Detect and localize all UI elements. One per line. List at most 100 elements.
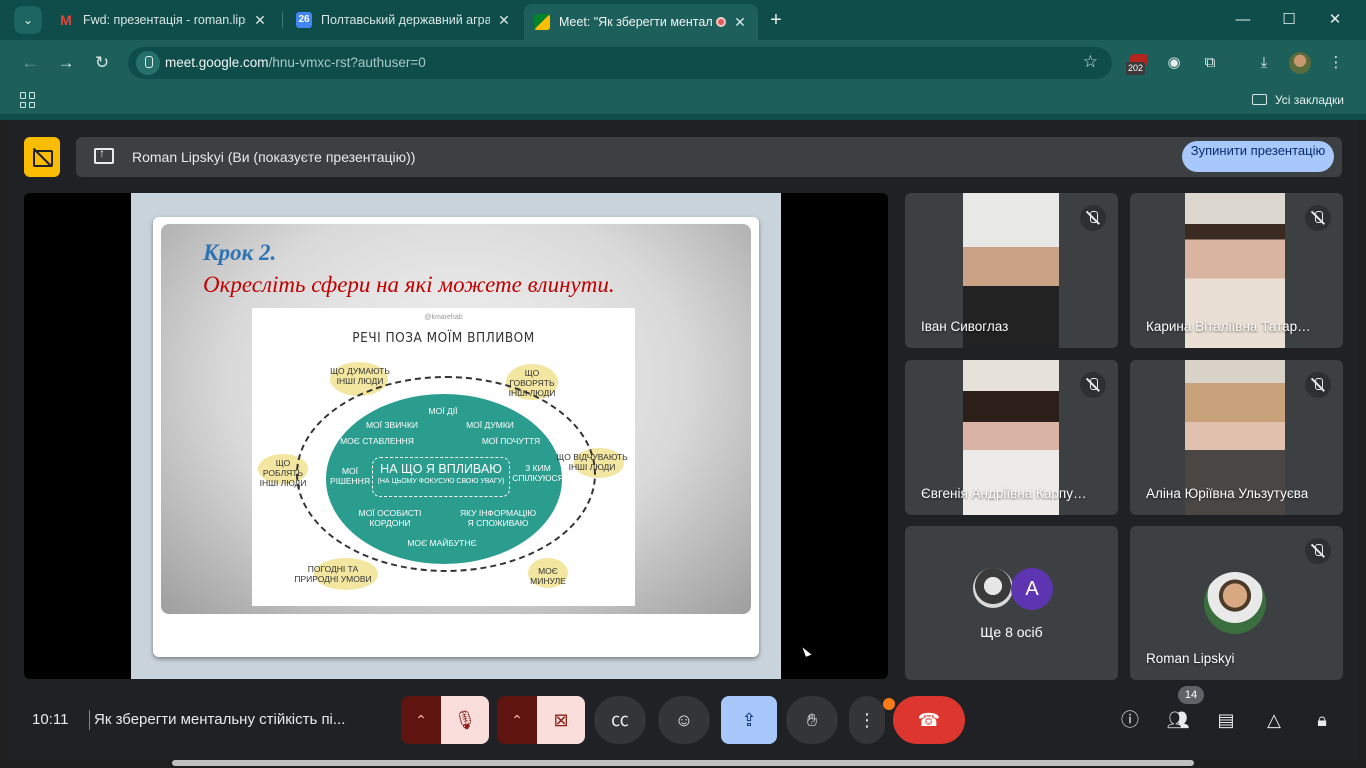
tab-meet[interactable]: Meet: "Як зберегти менталь ✕: [524, 4, 758, 40]
mouse-cursor: [802, 645, 812, 657]
camera-off-icon: ⊠: [553, 710, 569, 730]
recording-icon: [716, 17, 726, 27]
chrome-extension-icon[interactable]: ◉: [1161, 50, 1187, 76]
call-controls: 10:11 Як зберегти ментальну стійкість пі…: [8, 686, 1358, 760]
self-tile[interactable]: Roman Lipskyi: [1130, 526, 1343, 680]
shared-screen: Крок 2. Окресліть сфери на які можете вл…: [131, 193, 812, 679]
inner-label: МОЇ ДІЇ: [428, 406, 458, 416]
inner-label: МОЇ ЗВИЧКИ: [365, 420, 419, 430]
slide: Крок 2. Окресліть сфери на які можете вл…: [153, 217, 759, 657]
stop-presenting-button[interactable]: Зупинити презентацію: [1182, 141, 1334, 172]
present-button[interactable]: ⇪: [721, 696, 777, 744]
presenting-label: Roman Lipskyi (Ви (показуєте презентацію…: [132, 149, 416, 165]
divider: [89, 710, 90, 730]
participant-name: Аліна Юріївна Ульзутуєва: [1146, 486, 1309, 501]
chat-button[interactable]: ▤: [1212, 706, 1240, 734]
profile-avatar[interactable]: [1289, 52, 1311, 74]
chat-icon: ▤: [1217, 710, 1235, 730]
activities-button[interactable]: △: [1260, 706, 1288, 734]
close-window-button[interactable]: ✕: [1312, 8, 1358, 32]
notification-dot: [883, 698, 895, 710]
slide-subtitle: Окресліть сфери на які можете влинути.: [203, 272, 615, 297]
reload-button[interactable]: ↻: [90, 51, 114, 75]
slide-content: Крок 2. Окресліть сфери на які можете вл…: [161, 224, 751, 614]
avatar: [1204, 572, 1266, 634]
inner-label: МОЇ РІШЕННЯ: [330, 466, 370, 486]
puzzle-icon[interactable]: ⧉: [1197, 50, 1223, 76]
folder-icon: [1251, 94, 1267, 105]
new-tab-button[interactable]: +: [764, 6, 788, 34]
present-screen-icon: ⇪: [741, 710, 757, 730]
outer-label: МОЄ МИНУЛЕ: [530, 566, 566, 586]
captions-icon: ㏄: [611, 710, 629, 730]
gmail-icon: M: [60, 12, 72, 28]
meet-area: Roman Lipskyi (Ви (показуєте презентацію…: [8, 120, 1358, 760]
video-options-button[interactable]: ⌃: [497, 696, 537, 744]
extension-badge: 202: [1126, 62, 1146, 75]
more-dots-icon: ⋮: [858, 710, 876, 730]
meeting-time: 10:11: [32, 711, 69, 728]
people-icon: 👥︎: [1166, 710, 1190, 730]
apps-grid-icon[interactable]: [20, 92, 36, 108]
inner-label: МОЄ СТАВЛЕННЯ: [340, 436, 414, 446]
meeting-info-button[interactable]: ⓘ: [1116, 706, 1144, 734]
tab-title: Meet: "Як зберегти менталь: [559, 15, 712, 29]
more-options-button[interactable]: ⋮: [849, 696, 885, 744]
back-button[interactable]: ←: [18, 51, 42, 75]
tab-separator: [282, 12, 283, 28]
more-participants-tile[interactable]: A Ще 8 осіб: [905, 526, 1118, 680]
participant-tile[interactable]: Аліна Юріївна Ульзутуєва: [1130, 360, 1343, 515]
mic-off-icon: [1305, 538, 1331, 564]
bookmark-star-icon[interactable]: ☆: [1083, 52, 1098, 72]
minimize-button[interactable]: —: [1220, 8, 1266, 32]
tab-title: Fwd: презентація - roman.lipsk: [83, 13, 246, 27]
host-controls-button[interactable]: 🔒︎: [1308, 706, 1336, 734]
leave-call-button[interactable]: ☎︎: [893, 696, 965, 744]
mic-toggle-button[interactable]: 🎙︎: [441, 696, 489, 744]
more-people-label: Ще 8 осіб: [980, 624, 1043, 640]
people-count-badge: 14: [1178, 686, 1204, 704]
camera-off-indicator-icon[interactable]: [24, 137, 60, 177]
address-bar[interactable]: meet.google.com/hnu-vmxc-rst?authuser=0 …: [128, 47, 1112, 79]
tab-title: Полтавський державний аграр: [321, 13, 490, 27]
close-icon[interactable]: ✕: [732, 14, 748, 31]
info-icon: ⓘ: [1121, 710, 1139, 730]
inner-label: МОЄ МАЙБУТНЄ: [407, 538, 477, 548]
close-icon[interactable]: ✕: [252, 12, 268, 29]
maximize-button[interactable]: ☐: [1266, 8, 1312, 32]
mic-icon[interactable]: [136, 51, 160, 75]
close-icon[interactable]: ✕: [496, 12, 512, 29]
participant-tile[interactable]: Іван Сивоглаз: [905, 193, 1118, 348]
inner-label: ЯКУ ІНФОРМАЦІЮ Я СПОЖИВАЮ: [459, 508, 537, 528]
participant-tile[interactable]: Євгенія Андріївна Карпу…: [905, 360, 1118, 515]
download-icon[interactable]: ⤓: [1251, 50, 1277, 76]
hang-up-icon: ☎︎: [917, 710, 941, 730]
tab-search-button[interactable]: ⌄: [14, 6, 42, 34]
url-text[interactable]: meet.google.com/hnu-vmxc-rst?authuser=0: [165, 55, 426, 70]
emoji-button[interactable]: ☺: [658, 696, 710, 744]
all-bookmarks[interactable]: Усі закладки: [1251, 93, 1344, 107]
avatar: A: [1011, 568, 1053, 610]
forward-button[interactable]: →: [54, 51, 78, 75]
outer-label: ЩО ГОВОРЯТЬ ІНШІ ЛЮДИ: [508, 368, 556, 398]
people-button[interactable]: 👥︎: [1164, 706, 1192, 734]
audio-options-button[interactable]: ⌃: [401, 696, 441, 744]
meet-icon: [534, 14, 550, 30]
mic-off-icon: 🎙︎: [453, 710, 477, 730]
menu-dots-icon[interactable]: ⋮: [1323, 50, 1349, 76]
mic-off-icon: [1080, 372, 1106, 398]
outer-label: ЩО РОБЛЯТЬ ІНШІ ЛЮДИ: [259, 458, 307, 488]
presentation-stage: Крок 2. Окресліть сфери на які можете вл…: [24, 193, 888, 679]
avatar: [973, 568, 1013, 608]
camera-toggle-button[interactable]: ⊠: [537, 696, 585, 744]
horizontal-scrollbar[interactable]: [172, 760, 1194, 766]
captions-button[interactable]: ㏄: [594, 696, 646, 744]
poster-title: РЕЧІ ПОЗА МОЇМ ВПЛИВОМ: [352, 330, 535, 346]
raise-hand-button[interactable]: ✋︎: [786, 696, 838, 744]
participant-tile[interactable]: Карина Віталіївна Татар…: [1130, 193, 1343, 348]
tab-gmail[interactable]: M Fwd: презентація - roman.lipsk ✕: [48, 4, 278, 36]
outer-label: ЩО ДУМАЮТЬ ІНШІ ЛЮДИ: [330, 366, 390, 386]
participant-name: Roman Lipskyi: [1146, 651, 1235, 666]
tab-university[interactable]: 26 Полтавський державний аграр ✕: [286, 4, 522, 36]
inner-label: МОЇ ДУМКИ: [466, 420, 514, 430]
